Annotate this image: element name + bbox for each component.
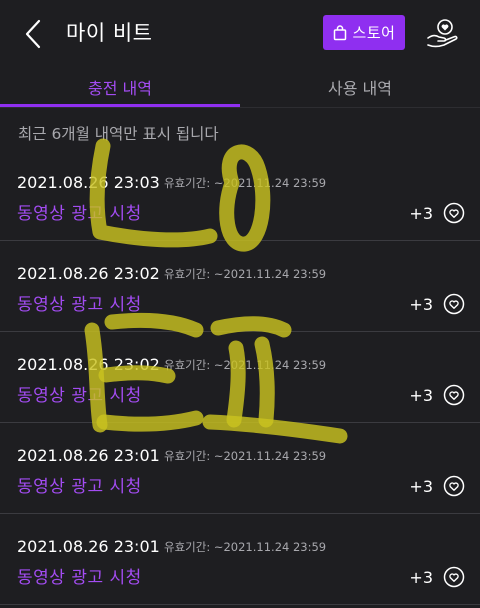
history-notice: 최근 6개월 내역만 표시 됩니다 xyxy=(18,125,219,143)
my-beat-screen: 마이 비트 스토어 충전 내역 사용 내역 최근 6개월 내역만 표시 됩니다 … xyxy=(0,0,480,608)
item-expiry: 유효기간: ~2021.11.24 23:59 xyxy=(164,449,327,463)
page-title: 마이 비트 xyxy=(66,21,153,45)
item-amount: +3 xyxy=(409,204,433,223)
item-amount: +3 xyxy=(409,568,433,587)
profile-button[interactable] xyxy=(424,14,462,52)
item-expiry: 유효기간: ~2021.11.24 23:59 xyxy=(164,267,327,281)
back-button[interactable] xyxy=(18,18,48,50)
heart-circle-icon xyxy=(443,293,465,315)
tab-charge-history[interactable]: 충전 내역 xyxy=(0,66,240,108)
item-label: 동영상 광고 시청 xyxy=(17,477,142,497)
hand-heart-icon xyxy=(427,19,458,48)
heart-circle-icon xyxy=(443,384,465,406)
history-item[interactable]: 2021.08.26 23:01 유효기간: ~2021.11.24 23:59… xyxy=(0,423,480,514)
shopping-bag-icon xyxy=(333,24,346,40)
tabs-divider xyxy=(0,107,480,108)
history-tabs: 충전 내역 사용 내역 xyxy=(0,66,480,108)
heart-circle-icon xyxy=(443,566,465,588)
item-label: 동영상 광고 시청 xyxy=(17,295,142,315)
active-tab-indicator xyxy=(0,104,240,107)
item-date: 2021.08.26 23:03 xyxy=(17,173,160,192)
store-button[interactable]: 스토어 xyxy=(323,15,405,50)
item-date: 2021.08.26 23:01 xyxy=(17,537,160,556)
item-amount: +3 xyxy=(409,295,433,314)
app-header: 마이 비트 스토어 xyxy=(0,0,480,66)
item-amount: +3 xyxy=(409,386,433,405)
store-button-label: 스토어 xyxy=(352,24,396,42)
heart-circle-icon xyxy=(443,475,465,497)
history-item[interactable]: 2021.08.26 23:02 유효기간: ~2021.11.24 23:59… xyxy=(0,241,480,332)
tab-usage-history[interactable]: 사용 내역 xyxy=(240,66,480,108)
history-item[interactable]: 2021.08.26 23:03 유효기간: ~2021.11.24 23:59… xyxy=(0,150,480,241)
history-item[interactable]: 2021.08.26 23:02 유효기간: ~2021.11.24 23:59… xyxy=(0,332,480,423)
item-label: 동영상 광고 시청 xyxy=(17,204,142,224)
item-amount: +3 xyxy=(409,477,433,496)
item-expiry: 유효기간: ~2021.11.24 23:59 xyxy=(164,176,327,190)
item-label: 동영상 광고 시청 xyxy=(17,386,142,406)
item-date: 2021.08.26 23:02 xyxy=(17,264,160,283)
item-date: 2021.08.26 23:02 xyxy=(17,355,160,374)
charge-history-list: 2021.08.26 23:03 유효기간: ~2021.11.24 23:59… xyxy=(0,150,480,605)
item-expiry: 유효기간: ~2021.11.24 23:59 xyxy=(164,540,327,554)
history-item[interactable]: 2021.08.26 23:01 유효기간: ~2021.11.24 23:59… xyxy=(0,514,480,605)
chevron-left-icon xyxy=(25,19,41,49)
heart-circle-icon xyxy=(443,202,465,224)
item-label: 동영상 광고 시청 xyxy=(17,568,142,588)
item-expiry: 유효기간: ~2021.11.24 23:59 xyxy=(164,358,327,372)
item-date: 2021.08.26 23:01 xyxy=(17,446,160,465)
